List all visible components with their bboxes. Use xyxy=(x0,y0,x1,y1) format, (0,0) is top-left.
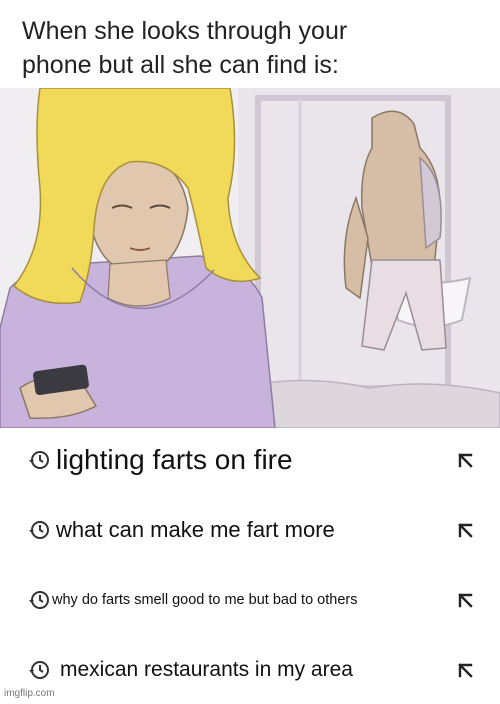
history-item[interactable]: what can make me fart more xyxy=(0,500,500,560)
history-item-label: why do farts smell good to me but bad to… xyxy=(52,592,358,608)
history-item[interactable]: why do farts smell good to me but bad to… xyxy=(0,570,500,630)
meme-caption: When she looks through your phone but al… xyxy=(22,14,482,82)
illustration xyxy=(0,88,500,428)
history-item-label: what can make me fart more xyxy=(56,517,335,542)
caption-line-2: phone but all she can find is: xyxy=(22,51,339,79)
arrow-up-left-icon[interactable] xyxy=(456,661,474,679)
caption-line-1: When she looks through your xyxy=(22,17,348,45)
history-item-label: mexican restaurants in my area xyxy=(60,658,353,681)
history-item[interactable]: lighting farts on fire xyxy=(0,430,500,490)
history-item[interactable]: mexican restaurants in my area xyxy=(0,640,500,700)
history-icon xyxy=(29,451,49,469)
history-icon xyxy=(29,591,49,609)
search-history-list: lighting farts on fire what can make me … xyxy=(0,428,500,704)
arrow-up-left-icon[interactable] xyxy=(456,591,474,609)
history-icon xyxy=(29,521,49,539)
watermark: imgflip.com xyxy=(4,688,55,699)
arrow-up-left-icon[interactable] xyxy=(456,451,474,469)
history-icon xyxy=(29,661,49,679)
arrow-up-left-icon[interactable] xyxy=(456,521,474,539)
history-item-label: lighting farts on fire xyxy=(56,444,293,475)
